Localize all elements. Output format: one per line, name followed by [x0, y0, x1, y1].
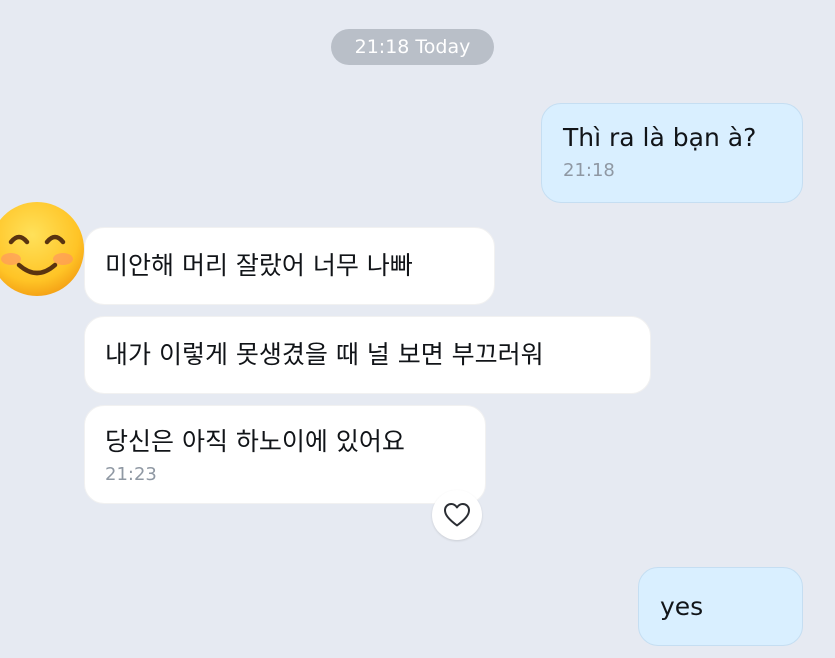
- message-bubble-incoming[interactable]: 미안해 머리 잘랐어 너무 나빠: [84, 227, 495, 305]
- message-text: yes: [660, 592, 704, 621]
- smiling-face-emoji-icon: [0, 202, 84, 296]
- avatar[interactable]: [0, 199, 85, 299]
- message-bubble-outgoing[interactable]: yes: [638, 567, 803, 646]
- react-button[interactable]: [432, 490, 482, 540]
- message-text: Thì ra là bạn à?: [563, 123, 757, 152]
- message-timestamp: 21:23: [105, 464, 157, 485]
- message-text: 당신은 아직 하노이에 있어요: [105, 427, 405, 456]
- message-bubble-outgoing[interactable]: Thì ra là bạn à? 21:18: [541, 103, 803, 203]
- heart-outline-icon: [444, 503, 470, 527]
- message-text: 미안해 머리 잘랐어 너무 나빠: [105, 251, 413, 280]
- date-separator: 21:18 Today: [331, 29, 494, 65]
- message-bubble-incoming[interactable]: 내가 이렇게 못생겼을 때 널 보면 부끄러워: [84, 316, 651, 394]
- message-bubble-incoming[interactable]: 당신은 아직 하노이에 있어요 21:23: [84, 405, 486, 504]
- message-timestamp: 21:18: [563, 160, 615, 181]
- message-text: 내가 이렇게 못생겼을 때 널 보면 부끄러워: [105, 340, 544, 369]
